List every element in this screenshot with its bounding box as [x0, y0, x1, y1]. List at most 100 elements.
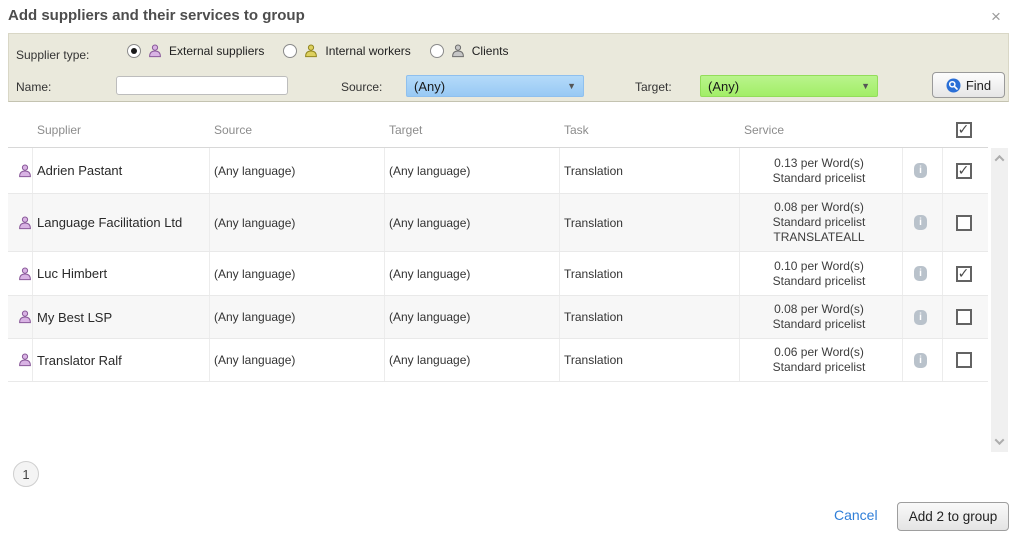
service-price: 0.08 per Word(s): [774, 200, 864, 215]
name-input[interactable]: [116, 76, 288, 95]
radio-internal-workers[interactable]: [283, 44, 297, 58]
header-info-col: [903, 112, 943, 147]
source-dropdown[interactable]: (Any) ▼: [406, 75, 584, 97]
task-cell: Translation: [560, 252, 740, 295]
person-purple-icon: [18, 267, 32, 281]
info-cell: i: [903, 339, 943, 381]
select-all-checkbox[interactable]: ✓: [956, 122, 972, 138]
row-icon-cell: [8, 339, 33, 381]
service-cell: 0.08 per Word(s) Standard pricelist: [740, 296, 903, 338]
service-pricelist: Standard pricelist: [773, 317, 866, 332]
service-price: 0.13 per Word(s): [774, 156, 864, 171]
supplier-name: Luc Himbert: [33, 252, 210, 295]
service-cell: 0.13 per Word(s) Standard pricelist: [740, 148, 903, 193]
chevron-down-icon: ▼: [861, 81, 870, 91]
close-icon[interactable]: ×: [987, 8, 1005, 26]
row-icon-cell: [8, 194, 33, 251]
header-source: Source: [210, 112, 385, 147]
find-button[interactable]: Find: [932, 72, 1005, 98]
row-checkbox[interactable]: [956, 215, 972, 231]
source-cell: (Any language): [210, 148, 385, 193]
scroll-down-icon[interactable]: [991, 433, 1008, 450]
task-cell: Translation: [560, 194, 740, 251]
target-dropdown[interactable]: (Any) ▼: [700, 75, 878, 97]
cancel-button[interactable]: Cancel: [834, 507, 878, 523]
radio-external-suppliers[interactable]: [127, 44, 141, 58]
target-label: Target:: [635, 80, 672, 94]
person-purple-icon: [18, 216, 32, 230]
row-checkbox[interactable]: ✓: [956, 266, 972, 282]
service-pricelist: Standard pricelist: [773, 360, 866, 375]
service-cell: 0.08 per Word(s) Standard pricelist TRAN…: [740, 194, 903, 251]
info-cell: i: [903, 252, 943, 295]
source-cell: (Any language): [210, 194, 385, 251]
table-row[interactable]: Luc Himbert (Any language) (Any language…: [8, 252, 988, 296]
header-supplier: Supplier: [33, 112, 210, 147]
service-cell: 0.10 per Word(s) Standard pricelist: [740, 252, 903, 295]
table-header-row: Supplier Source Target Task Service ✓: [8, 112, 988, 148]
filter-panel: Supplier type: External suppliers Intern…: [8, 33, 1009, 102]
table-row[interactable]: Language Facilitation Ltd (Any language)…: [8, 194, 988, 252]
header-target: Target: [385, 112, 560, 147]
target-dropdown-value: (Any): [708, 79, 739, 94]
task-cell: Translation: [560, 339, 740, 381]
service-pricelist: Standard pricelist: [773, 274, 866, 289]
supplier-type-radio-group: External suppliers Internal workers Clie…: [127, 44, 520, 58]
info-icon[interactable]: i: [914, 215, 927, 230]
supplier-name: Adrien Pastant: [33, 148, 210, 193]
checkbox-cell: [943, 296, 988, 338]
table-row[interactable]: Adrien Pastant (Any language) (Any langu…: [8, 148, 988, 194]
supplier-type-label: Supplier type:: [16, 48, 89, 62]
checkbox-cell: ✓: [943, 148, 988, 193]
source-cell: (Any language): [210, 252, 385, 295]
chevron-down-icon: ▼: [567, 81, 576, 91]
add-suppliers-dialog: Add suppliers and their services to grou…: [0, 0, 1017, 543]
service-price: 0.10 per Word(s): [774, 259, 864, 274]
table-row[interactable]: My Best LSP (Any language) (Any language…: [8, 296, 988, 339]
task-cell: Translation: [560, 296, 740, 338]
select-all-checkbox-cell: ✓: [943, 112, 988, 147]
header-icon-col: [8, 112, 33, 147]
service-price: 0.06 per Word(s): [774, 345, 864, 360]
checkbox-cell: [943, 194, 988, 251]
person-gray-icon: [451, 44, 465, 58]
add-to-group-button[interactable]: Add 2 to group: [897, 502, 1009, 531]
name-label: Name:: [16, 80, 51, 94]
info-cell: i: [903, 296, 943, 338]
supplier-name: Translator Ralf: [33, 339, 210, 381]
row-checkbox[interactable]: ✓: [956, 163, 972, 179]
radio-clients[interactable]: [430, 44, 444, 58]
info-cell: i: [903, 148, 943, 193]
info-icon[interactable]: i: [914, 266, 927, 281]
row-icon-cell: [8, 252, 33, 295]
target-cell: (Any language): [385, 194, 560, 251]
service-tag: TRANSLATEALL: [773, 230, 864, 245]
info-icon[interactable]: i: [914, 163, 927, 178]
suppliers-table: Supplier Source Target Task Service ✓ Ad…: [8, 112, 988, 382]
service-cell: 0.06 per Word(s) Standard pricelist: [740, 339, 903, 381]
table-row[interactable]: Translator Ralf (Any language) (Any lang…: [8, 339, 988, 382]
row-checkbox[interactable]: [956, 352, 972, 368]
header-task: Task: [560, 112, 740, 147]
info-icon[interactable]: i: [914, 310, 927, 325]
pagination-page-1[interactable]: 1: [13, 461, 39, 487]
target-cell: (Any language): [385, 252, 560, 295]
person-yellow-icon: [304, 44, 318, 58]
row-icon-cell: [8, 296, 33, 338]
info-icon[interactable]: i: [914, 353, 927, 368]
task-cell: Translation: [560, 148, 740, 193]
vertical-scrollbar[interactable]: [991, 148, 1008, 452]
info-cell: i: [903, 194, 943, 251]
service-pricelist: Standard pricelist: [773, 171, 866, 186]
scroll-up-icon[interactable]: [991, 150, 1008, 167]
row-icon-cell: [8, 148, 33, 193]
radio-label-clients: Clients: [472, 44, 509, 58]
target-cell: (Any language): [385, 339, 560, 381]
service-price: 0.08 per Word(s): [774, 302, 864, 317]
person-purple-icon: [18, 353, 32, 367]
supplier-name: Language Facilitation Ltd: [33, 194, 210, 251]
source-cell: (Any language): [210, 296, 385, 338]
person-purple-icon: [18, 164, 32, 178]
source-dropdown-value: (Any): [414, 79, 445, 94]
row-checkbox[interactable]: [956, 309, 972, 325]
